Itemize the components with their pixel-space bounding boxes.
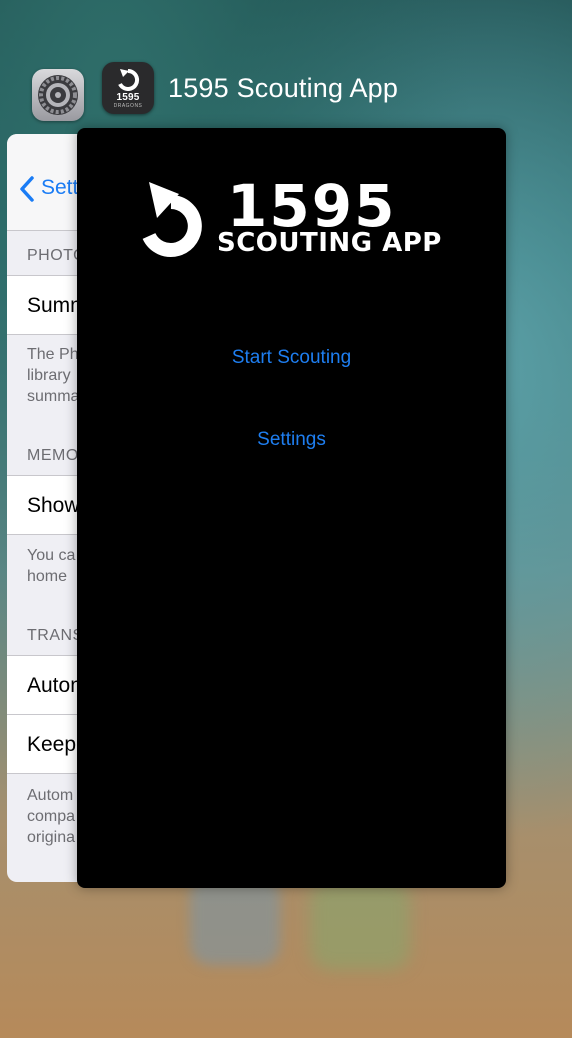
back-button[interactable]: Sett [41,176,78,200]
section-header: TRANS [27,627,84,644]
start-scouting-button[interactable]: Start Scouting [77,347,506,369]
blurred-dock-icon [190,875,280,965]
blurred-dock-icon [310,880,410,970]
settings-app-icon[interactable] [32,69,84,121]
gear-icon [38,75,78,115]
logo-subtitle: SCOUTING APP [217,228,442,258]
scouting-app-icon[interactable]: 1595 DRAGONS [102,62,154,114]
icon-text: 1595 [116,92,140,103]
dragon-logo-icon [142,182,202,257]
dragon-logo-icon [118,68,140,91]
settings-button[interactable]: Settings [77,429,506,451]
icon-subtext: DRAGONS [113,103,143,109]
section-header: MEMO [27,447,79,464]
app-logo: 1595 SCOUTING APP [135,172,445,272]
chevron-left-icon[interactable] [19,175,35,203]
scouting-app-card[interactable]: 1595 SCOUTING APP Start Scouting Setting… [77,128,506,888]
app-title: 1595 Scouting App [168,73,399,103]
